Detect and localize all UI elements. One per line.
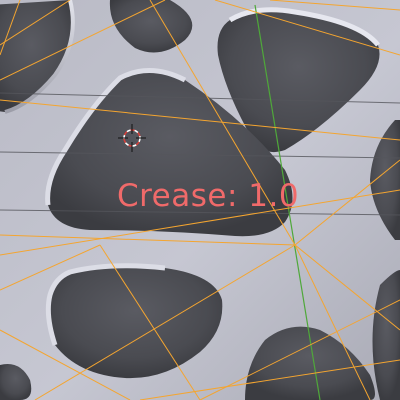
3d-viewport[interactable]: Crease: 1.0 xyxy=(0,0,400,400)
viewport-scene[interactable] xyxy=(0,0,400,400)
